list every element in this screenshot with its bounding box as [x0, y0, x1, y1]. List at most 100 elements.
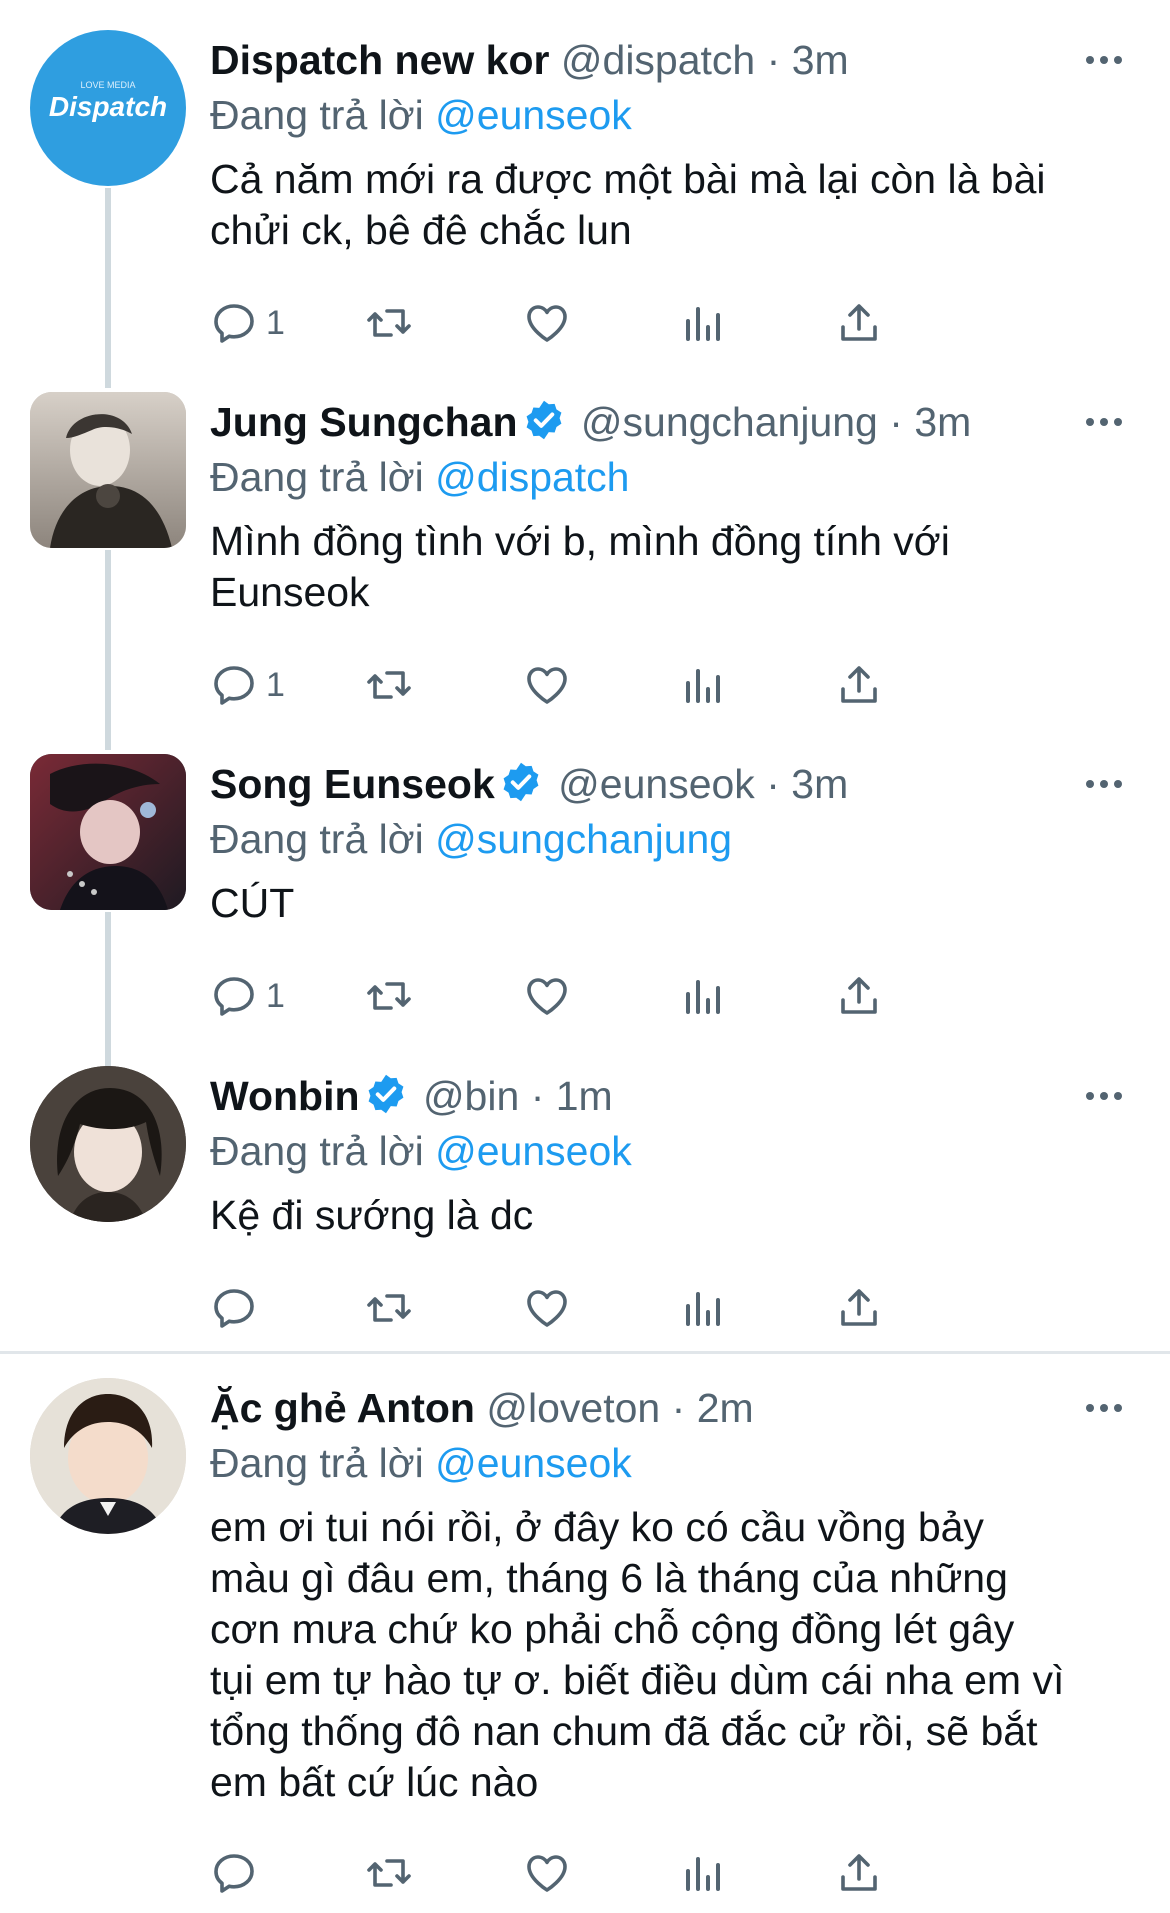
more-options-icon[interactable] [1082, 38, 1126, 82]
share-icon [841, 1854, 877, 1891]
replying-to: Đang trả lời @sungchanjung [210, 814, 1130, 864]
heart-icon [527, 1855, 567, 1892]
mention-link[interactable]: @sungchanjung [435, 816, 732, 862]
reply-count: 1 [266, 665, 285, 704]
author-handle[interactable]: @bin [423, 1073, 519, 1119]
reply-icon [214, 304, 254, 343]
avatar-logo-text: Dispatch [49, 91, 167, 122]
share-icon [841, 304, 877, 341]
author-name[interactable]: Dispatch new kor [210, 37, 549, 83]
timestamp[interactable]: 1m [556, 1073, 613, 1119]
replying-to: Đang trả lời @eunseok [210, 1126, 1130, 1176]
share-button[interactable] [835, 1843, 883, 1903]
analytics-button[interactable] [680, 1278, 728, 1338]
author-handle[interactable]: @sungchanjung [581, 399, 878, 445]
replying-to: Đang trả lời @eunseok [210, 90, 1130, 140]
replying-to-label: Đang trả lời [210, 1128, 424, 1174]
reply-button[interactable] [210, 1843, 266, 1903]
retweet-button[interactable] [365, 966, 413, 1026]
reply-icon [214, 1289, 254, 1328]
retweet-button[interactable] [365, 293, 413, 353]
author-name[interactable]: Wonbin [210, 1073, 360, 1119]
replying-to: Đang trả lời @dispatch [210, 452, 1130, 502]
mention-link[interactable]: @eunseok [435, 92, 632, 138]
analytics-button[interactable] [680, 293, 728, 353]
retweet-button[interactable] [365, 1843, 413, 1903]
share-button[interactable] [835, 1278, 883, 1338]
author-name[interactable]: Jung Sungchan [210, 399, 518, 445]
analytics-icon [686, 980, 720, 1014]
verified-badge-icon [503, 762, 539, 802]
author-handle[interactable]: @dispatch [561, 37, 755, 83]
reply-count: 1 [266, 303, 285, 342]
retweet-icon [367, 1294, 411, 1322]
analytics-button[interactable] [680, 966, 728, 1026]
more-options-icon[interactable] [1082, 1074, 1126, 1118]
timestamp[interactable]: 3m [791, 761, 848, 807]
tweet[interactable]: Wonbin @bin · 1m Đang trả lời @eunseok K… [0, 1066, 1170, 1346]
mention-link[interactable]: @eunseok [435, 1128, 632, 1174]
dot-separator: · [530, 1073, 545, 1119]
tweet[interactable]: Jung Sungchan @sungchanjung · 3m Đang tr… [0, 392, 1170, 722]
thread-divider [0, 1351, 1170, 1354]
author-handle[interactable]: @eunseok [558, 761, 755, 807]
retweet-icon [367, 1859, 411, 1887]
replying-to-label: Đang trả lời [210, 816, 424, 862]
heart-icon [527, 978, 567, 1015]
dot-separator: · [889, 399, 903, 445]
avatar[interactable] [30, 1066, 186, 1222]
share-button[interactable] [835, 966, 883, 1026]
analytics-button[interactable] [680, 655, 728, 715]
verified-badge-icon [368, 1074, 403, 1114]
more-options-icon[interactable] [1082, 762, 1126, 806]
reply-button[interactable]: 1 [210, 293, 285, 353]
replying-to-label: Đang trả lời [210, 454, 424, 500]
retweet-icon [367, 671, 411, 699]
avatar[interactable]: LOVE MEDIA Dispatch [30, 30, 186, 186]
dot-separator: · [671, 1385, 686, 1431]
mention-link[interactable]: @dispatch [435, 454, 629, 500]
avatar[interactable] [30, 392, 186, 548]
share-button[interactable] [835, 655, 883, 715]
timestamp[interactable]: 3m [792, 37, 849, 83]
reply-icon [214, 666, 254, 705]
author-name[interactable]: Ặc ghẻ Anton [210, 1385, 475, 1431]
more-options-icon[interactable] [1082, 400, 1126, 444]
reply-button[interactable]: 1 [210, 966, 285, 1026]
dot-separator: · [766, 761, 780, 807]
mention-link[interactable]: @eunseok [435, 1440, 632, 1486]
avatar[interactable] [30, 1378, 186, 1534]
retweet-icon [367, 982, 411, 1010]
retweet-button[interactable] [365, 655, 413, 715]
share-icon [841, 666, 877, 703]
like-button[interactable] [523, 293, 571, 353]
tweet-text: Kệ đi sướng là dc [210, 1192, 534, 1238]
like-button[interactable] [523, 655, 571, 715]
avatar[interactable] [30, 754, 186, 910]
author-handle[interactable]: @loveton [486, 1385, 660, 1431]
timestamp[interactable]: 3m [914, 399, 971, 445]
tweet-text: Cả năm mới ra được một bài mà lại còn là… [210, 156, 1046, 253]
action-bar: 1 [210, 966, 1050, 1026]
timestamp[interactable]: 2m [697, 1385, 754, 1431]
like-button[interactable] [523, 1843, 571, 1903]
author-name[interactable]: Song Eunseok [210, 761, 495, 807]
tweet[interactable]: Song Eunseok @eunseok · 3m Đang trả lời … [0, 754, 1170, 1034]
replying-to-label: Đang trả lời [210, 92, 424, 138]
reply-button[interactable]: 1 [210, 655, 285, 715]
more-options-icon[interactable] [1082, 1386, 1126, 1430]
like-button[interactable] [523, 966, 571, 1026]
share-button[interactable] [835, 293, 883, 353]
dot-separator: · [766, 37, 781, 83]
reply-button[interactable] [210, 1278, 266, 1338]
tweet[interactable]: LOVE MEDIA Dispatch Dispatch new kor @di… [0, 30, 1170, 360]
retweet-button[interactable] [365, 1278, 413, 1338]
heart-icon [527, 1290, 567, 1327]
tweet[interactable]: Ặc ghẻ Anton @loveton · 2m Đang trả lời … [0, 1378, 1170, 1908]
svg-text:LOVE MEDIA: LOVE MEDIA [80, 80, 135, 90]
analytics-button[interactable] [680, 1843, 728, 1903]
like-button[interactable] [523, 1278, 571, 1338]
analytics-icon [686, 1292, 720, 1326]
replying-to-label: Đang trả lời [210, 1440, 424, 1486]
analytics-icon [686, 1857, 720, 1891]
